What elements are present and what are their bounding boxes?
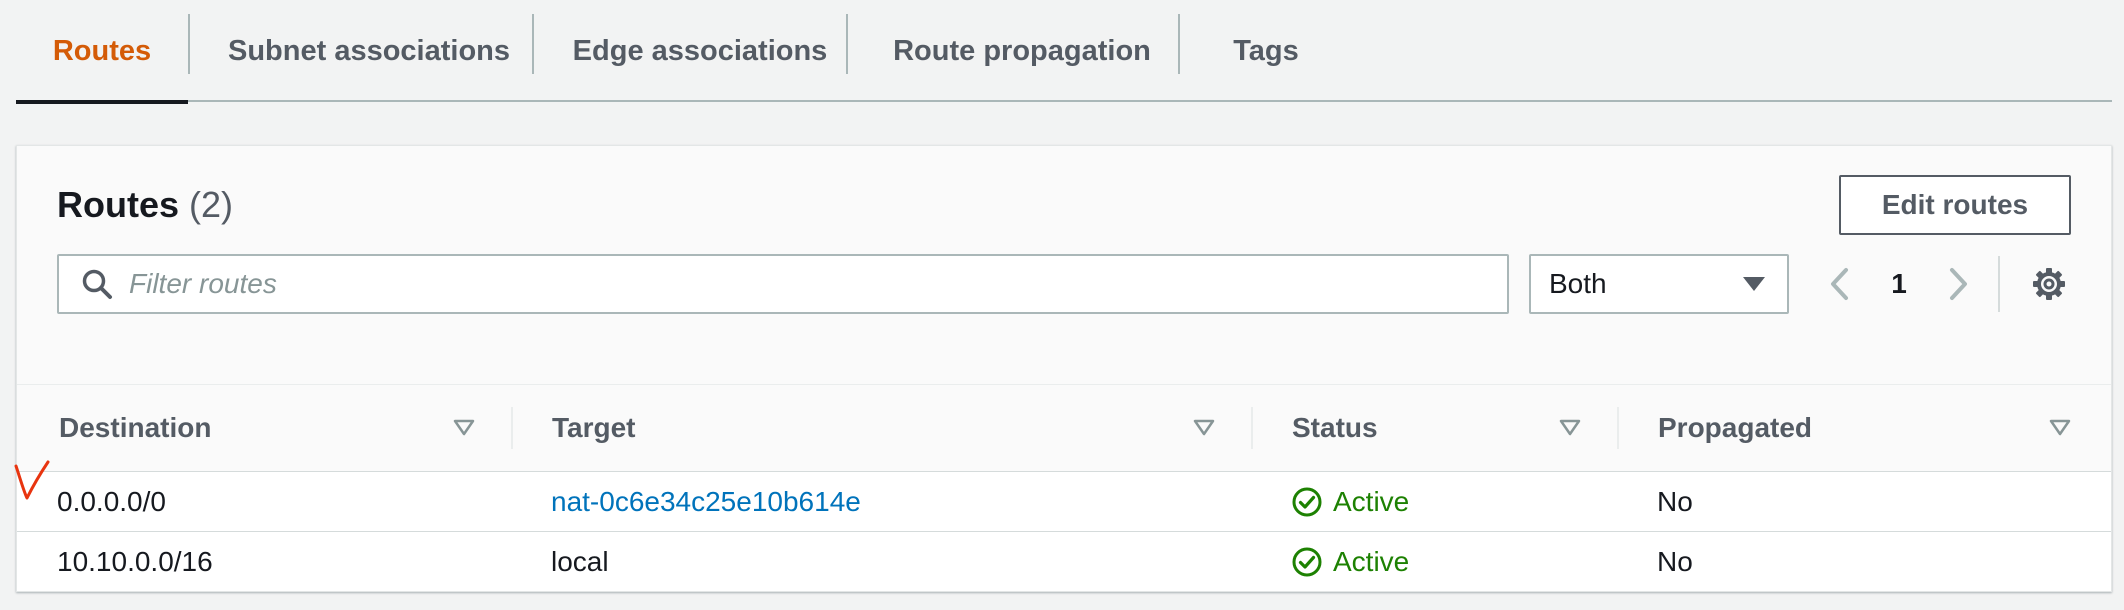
column-header-propagated[interactable]: Propagated <box>1658 385 1812 471</box>
pagination-divider <box>1998 256 2000 312</box>
cell-destination: 10.10.0.0/16 <box>57 545 213 577</box>
tab-routes[interactable]: Routes <box>16 0 188 104</box>
cell-target-link[interactable]: nat-0c6e34c25e10b614e <box>551 472 861 531</box>
route-table-page: Routes Subnet associations Edge associat… <box>0 0 2124 610</box>
column-header-label: Target <box>552 412 636 443</box>
search-icon <box>82 269 112 299</box>
tab-route-propagation[interactable]: Route propagation <box>848 0 1196 102</box>
routes-header-title: Routes (2) <box>57 184 233 226</box>
routes-count: (2) <box>189 184 234 225</box>
filter-routes-input[interactable] <box>129 258 1429 310</box>
tab-subnet-associations-label: Subnet associations <box>227 34 510 67</box>
tab-tags[interactable]: Tags <box>1180 0 1352 102</box>
routes-title: Routes <box>57 184 180 225</box>
cell-status: Active <box>1291 532 1409 591</box>
table-header: Destination Target Status Propagated <box>17 385 2111 472</box>
routes-container: Routes (2) Edit routes Both 1 <box>16 145 2112 592</box>
pagination-previous-button[interactable] <box>1819 264 1859 304</box>
tab-route-propagation-label: Route propagation <box>893 34 1151 67</box>
red-check-mark-icon <box>14 460 50 500</box>
pagination-next-button[interactable] <box>1939 264 1979 304</box>
sort-status-button[interactable] <box>1557 415 1583 441</box>
cell-target: local <box>551 545 609 577</box>
tab-tags-label: Tags <box>1233 34 1299 67</box>
table-row[interactable]: 0.0.0.0/0 nat-0c6e34c25e10b614e Active N… <box>17 472 2111 532</box>
tab-edge-associations-label: Edge associations <box>572 34 828 67</box>
tab-subnet-associations[interactable]: Subnet associations <box>190 0 548 102</box>
sort-propagated-button[interactable] <box>2047 415 2073 441</box>
sort-destination-button[interactable] <box>451 415 477 441</box>
sort-down-icon <box>1193 419 1215 436</box>
cell-destination: 0.0.0.0/0 <box>57 485 166 517</box>
tab-routes-label: Routes <box>52 34 152 67</box>
chevron-left-icon <box>1831 268 1848 300</box>
column-header-label: Destination <box>59 412 212 443</box>
cell-status: Active <box>1291 472 1409 531</box>
column-divider[interactable] <box>1617 407 1619 449</box>
sort-down-icon <box>453 419 475 436</box>
check-circle-icon <box>1292 547 1322 576</box>
filter-routes-field[interactable] <box>57 254 1509 314</box>
pagination-page-1[interactable]: 1 <box>1879 264 1919 304</box>
column-header-label: Status <box>1292 412 1378 443</box>
gear-icon <box>2033 268 2065 300</box>
sort-down-icon <box>1559 419 1581 436</box>
preferences-button[interactable] <box>2029 264 2069 304</box>
column-header-destination[interactable]: Destination <box>59 385 211 471</box>
column-header-target[interactable]: Target <box>552 385 636 471</box>
cell-propagated: No <box>1657 545 1693 577</box>
check-circle-icon <box>1292 487 1322 516</box>
status-text: Active <box>1333 545 1410 577</box>
chevron-right-icon <box>1950 268 1967 300</box>
scope-select[interactable]: Both <box>1529 254 1789 314</box>
scope-select-value: Both <box>1549 268 1607 299</box>
status-text: Active <box>1333 485 1410 517</box>
cell-propagated: No <box>1657 485 1693 517</box>
column-divider[interactable] <box>511 407 513 449</box>
table-row[interactable]: 10.10.0.0/16 local Active No <box>17 532 2111 591</box>
caret-down-icon <box>1743 277 1765 291</box>
column-divider[interactable] <box>1251 407 1253 449</box>
sort-down-icon <box>2049 419 2071 436</box>
routes-table: Destination Target Status Propagated 0.0… <box>17 384 2111 591</box>
tab-edge-associations[interactable]: Edge associations <box>534 0 866 102</box>
edit-routes-button[interactable]: Edit routes <box>1839 175 2071 235</box>
tab-bar: Routes Subnet associations Edge associat… <box>16 0 2112 104</box>
sort-target-button[interactable] <box>1191 415 1217 441</box>
column-header-label: Propagated <box>1658 412 1813 443</box>
column-header-status[interactable]: Status <box>1292 385 1378 471</box>
